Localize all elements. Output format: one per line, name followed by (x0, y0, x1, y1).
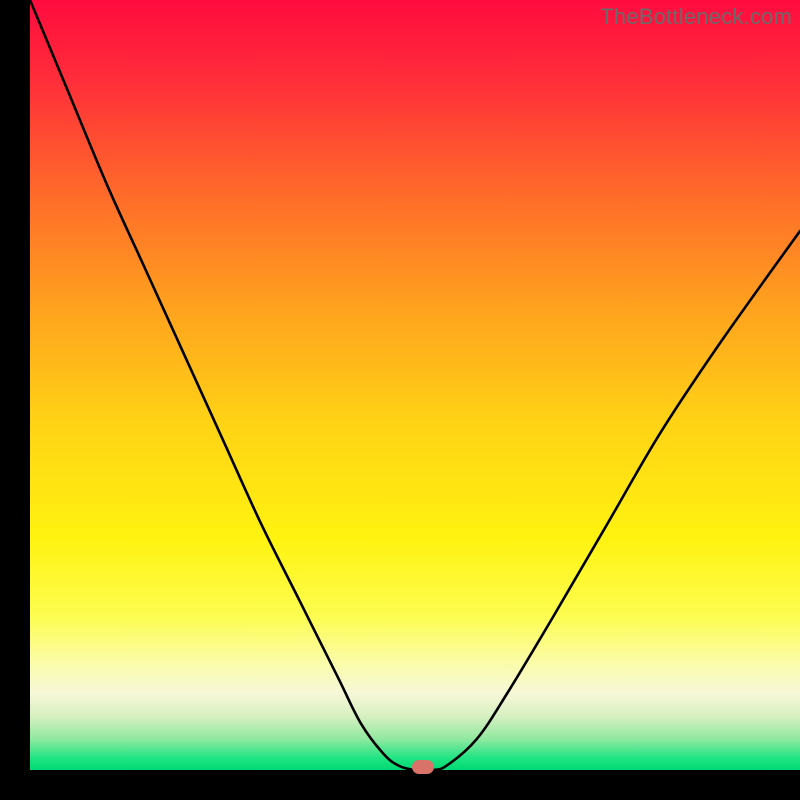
watermark-text: TheBottleneck.com (600, 4, 792, 30)
bottleneck-curve (30, 0, 800, 770)
optimal-point-marker (412, 760, 434, 774)
bottleneck-chart: TheBottleneck.com (30, 0, 800, 770)
